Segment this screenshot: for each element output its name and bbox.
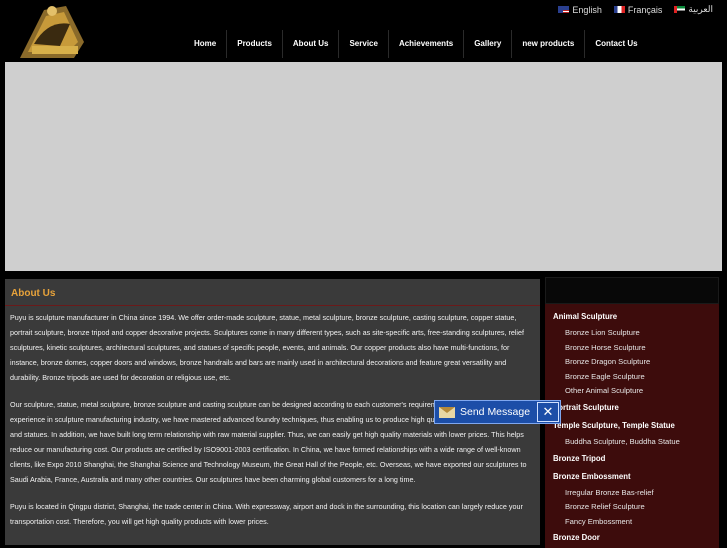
category-portrait-sculpture[interactable]: Portrait Sculpture xyxy=(545,399,719,417)
nav-contact-us[interactable]: Contact Us xyxy=(585,30,647,58)
nav-gallery[interactable]: Gallery xyxy=(464,30,513,58)
subcategory-link[interactable]: Bronze Horse Sculpture xyxy=(545,341,719,356)
category-temple-sculpture[interactable]: Temple Sculpture, Temple Statue xyxy=(545,417,719,435)
lang-label: العربية xyxy=(688,4,713,14)
sidebar-header xyxy=(545,277,719,304)
nav-home[interactable]: Home xyxy=(184,30,228,58)
category-animal-sculpture[interactable]: Animal Sculpture xyxy=(545,308,719,326)
envelope-icon xyxy=(439,406,455,418)
subcategory-link[interactable]: Bronze Lion Sculpture xyxy=(545,326,719,341)
subcategory-link[interactable]: Buddha Sculpture, Buddha Statue xyxy=(545,435,719,450)
banner-area xyxy=(5,62,722,271)
subcategory-link[interactable]: Bronze Eagle Sculpture xyxy=(545,370,719,385)
about-paragraph: Puyu is sculpture manufacturer in China … xyxy=(10,313,525,382)
send-message-button[interactable]: Send Message ✕ xyxy=(434,400,561,424)
close-icon[interactable]: ✕ xyxy=(537,402,559,422)
product-sidebar: Animal Sculpture Bronze Lion Sculpture B… xyxy=(545,277,719,548)
subcategory-link[interactable]: Bronze Relief Sculpture xyxy=(545,500,719,515)
about-title: About Us xyxy=(5,279,540,306)
subcategory-link[interactable]: Other Animal Sculpture xyxy=(545,384,719,399)
category-bronze-tripod[interactable]: Bronze Tripod xyxy=(545,450,719,468)
main-nav: Home Products About Us Service Achieveme… xyxy=(184,30,648,58)
ae-flag-icon xyxy=(674,6,686,13)
language-switcher: English Français العربية xyxy=(558,4,713,15)
nav-service[interactable]: Service xyxy=(339,30,389,58)
send-message-label: Send Message xyxy=(460,406,531,418)
nav-products[interactable]: Products xyxy=(227,30,283,58)
category-bronze-embossment[interactable]: Bronze Embossment xyxy=(545,468,719,486)
lang-arabic[interactable]: العربية xyxy=(674,4,713,15)
nav-achievements[interactable]: Achievements xyxy=(389,30,465,58)
lang-label: Français xyxy=(627,4,663,15)
category-list: Animal Sculpture Bronze Lion Sculpture B… xyxy=(545,304,719,548)
subcategory-link[interactable]: Irregular Bronze Bas-relief xyxy=(545,486,719,501)
lang-english[interactable]: English xyxy=(558,4,602,15)
subcategory-link[interactable]: Bronze Dragon Sculpture xyxy=(545,355,719,370)
lang-label: English xyxy=(572,4,602,15)
us-flag-icon xyxy=(558,6,570,13)
fr-flag-icon xyxy=(613,6,625,13)
lang-french[interactable]: Français xyxy=(613,4,663,15)
subcategory-link[interactable]: Fancy Embossment xyxy=(545,515,719,530)
nav-about-us[interactable]: About Us xyxy=(283,30,340,58)
nav-new-products[interactable]: new products xyxy=(512,30,586,58)
about-paragraph: Puyu is located in Qingpu district, Shan… xyxy=(10,502,523,526)
company-logo[interactable] xyxy=(14,2,90,60)
